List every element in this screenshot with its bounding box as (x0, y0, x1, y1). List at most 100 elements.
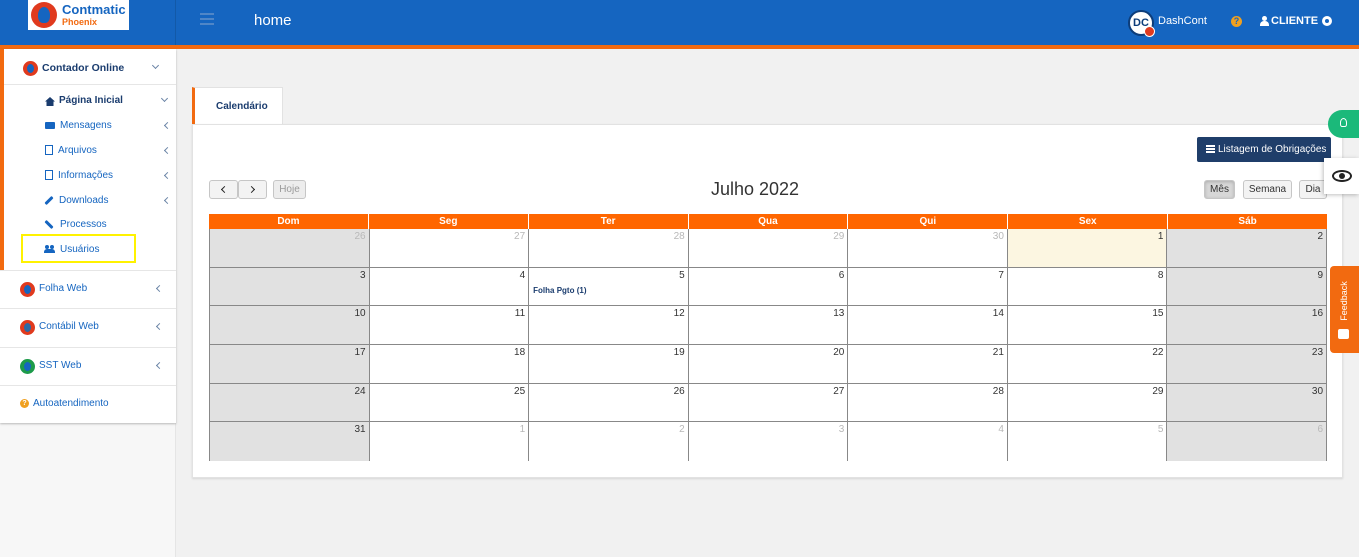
calendar-event[interactable]: Folha Pgto (1) (533, 286, 586, 295)
tab-calendario[interactable]: Calendário (192, 87, 283, 125)
view-month-button[interactable]: Mês (1204, 180, 1235, 199)
top-bar-accent (0, 45, 1359, 49)
contmatic-logo[interactable]: Contmatic Phoenix (28, 0, 129, 30)
tips-widget[interactable] (1328, 110, 1359, 138)
calendar-day[interactable]: 21 (848, 344, 1008, 383)
calendar-day[interactable]: 5 Folha Pgto (1) (529, 267, 689, 306)
sidebar-item-autoatendimento[interactable]: Autoatendimento (33, 398, 109, 409)
calendar-day[interactable]: 10 (210, 306, 370, 344)
calendar-day[interactable]: 27 (369, 229, 530, 267)
day-number: 23 (1311, 346, 1324, 358)
view-week-button[interactable]: Semana (1243, 180, 1292, 199)
sidebar-item-downloads[interactable]: Downloads (59, 195, 108, 206)
account-avatar[interactable]: DC (1128, 10, 1155, 37)
listagem-obrigacoes-button[interactable]: Listagem de Obrigações (1197, 137, 1331, 162)
sidebar-item-informacoes[interactable]: Informações (58, 170, 113, 181)
day-number: 3 (360, 269, 366, 281)
sidebar-item-arquivos[interactable]: Arquivos (58, 145, 97, 156)
calendar-day[interactable]: 7 (848, 267, 1008, 306)
calendar-day[interactable]: 2 (529, 422, 689, 461)
listagem-obrigacoes-label: Listagem de Obrigações (1218, 144, 1327, 155)
next-month-button[interactable] (238, 180, 267, 199)
account-name[interactable]: DashCont (1158, 15, 1207, 27)
sidebar-app-contabil-web[interactable]: Contábil Web (39, 321, 99, 332)
chevron-down-icon (151, 61, 160, 70)
day-number: 26 (354, 231, 366, 242)
help-icon[interactable]: ? (1231, 16, 1242, 27)
chevron-left-icon (163, 146, 172, 155)
calendar-day[interactable]: 27 (688, 383, 849, 422)
logo-area: Contmatic Phoenix (0, 0, 176, 45)
wrench-icon (44, 195, 54, 206)
calendar-day[interactable]: 14 (848, 306, 1008, 344)
calendar-day-today[interactable]: 1 (1007, 229, 1168, 267)
prev-month-button[interactable] (209, 180, 238, 199)
calendar-day[interactable]: 11 (369, 306, 530, 344)
calendar-week: 26 27 28 29 30 1 2 (210, 229, 1327, 268)
sidebar-item-processos[interactable]: Processos (60, 219, 107, 230)
accessibility-widget[interactable] (1324, 158, 1359, 194)
sidebar-app-folha-web[interactable]: Folha Web (39, 283, 87, 294)
calendar-day[interactable]: 15 (1007, 306, 1168, 344)
calendar-day[interactable]: 29 (1007, 383, 1168, 422)
calendar-day[interactable]: 16 (1167, 306, 1327, 344)
logo-subtitle: Phoenix (62, 17, 98, 27)
calendar-day[interactable]: 30 (848, 229, 1008, 267)
calendar-day[interactable]: 3 (688, 422, 849, 461)
weekday-sex: Sex (1008, 214, 1169, 229)
gear-icon[interactable] (1322, 16, 1332, 26)
calendar-grid: 26 27 28 29 30 1 2 3 4 5 Folha Pgto (1) 6… (209, 229, 1327, 461)
calendar-day[interactable]: 6 (1167, 422, 1327, 461)
calendar-day[interactable]: 6 (688, 267, 849, 306)
calendar-day[interactable]: 30 (1167, 383, 1327, 422)
calendar-day[interactable]: 17 (210, 344, 370, 383)
weekday-ter: Ter (529, 214, 689, 229)
calendar-day[interactable]: 5 (1007, 422, 1168, 461)
calendar-day[interactable]: 19 (529, 344, 689, 383)
view-day-button[interactable]: Dia (1299, 180, 1327, 199)
today-button[interactable]: Hoje (273, 180, 306, 199)
sidebar-app-sst-web[interactable]: SST Web (39, 360, 81, 371)
day-number: 21 (992, 346, 1004, 358)
chat-icon (1338, 329, 1349, 339)
feedback-widget[interactable]: Feedback (1330, 266, 1359, 353)
day-number: 10 (354, 308, 366, 320)
menu-toggle-icon[interactable] (200, 13, 214, 25)
calendar-day[interactable]: 20 (688, 344, 849, 383)
calendar-day[interactable]: 13 (688, 306, 849, 344)
calendar-day[interactable]: 28 (848, 383, 1008, 422)
hammer-icon (44, 219, 54, 230)
sidebar-divider (4, 84, 176, 85)
sidebar-item-pagina-inicial[interactable]: Página Inicial (59, 95, 123, 106)
calendar-day[interactable]: 2 (1167, 229, 1327, 267)
calendar-day[interactable]: 26 (529, 383, 689, 422)
calendar-day[interactable]: 12 (529, 306, 689, 344)
calendar-day[interactable]: 9 (1167, 267, 1327, 306)
calendar-day[interactable]: 23 (1167, 344, 1327, 383)
day-number: 7 (998, 269, 1004, 281)
day-number: 13 (833, 308, 845, 320)
calendar-day[interactable]: 4 (848, 422, 1008, 461)
chevron-left-icon (155, 361, 164, 370)
weekday-qua: Qua (689, 214, 849, 229)
calendar-day[interactable]: 1 (369, 422, 530, 461)
calendar-week: 10 11 12 13 14 15 16 (210, 306, 1327, 345)
calendar-day[interactable]: 26 (210, 229, 370, 267)
calendar-day[interactable]: 29 (688, 229, 849, 267)
calendar-day[interactable]: 18 (369, 344, 530, 383)
calendar-day[interactable]: 31 (210, 422, 370, 461)
calendar-month-title: Julho 2022 (710, 179, 800, 199)
sidebar-app-contador-online[interactable]: Contador Online (42, 62, 124, 74)
day-number: 17 (354, 346, 366, 358)
calendar-day[interactable]: 25 (369, 383, 530, 422)
calendar-day[interactable]: 3 (210, 267, 370, 306)
calendar-day[interactable]: 22 (1007, 344, 1168, 383)
calendar-day[interactable]: 28 (529, 229, 689, 267)
calendar-day[interactable]: 4 (369, 267, 530, 306)
calendar-day[interactable]: 24 (210, 383, 370, 422)
sidebar-item-mensagens[interactable]: Mensagens (60, 120, 112, 131)
calendar-day[interactable]: 8 (1007, 267, 1168, 306)
user-menu-label[interactable]: CLIENTE (1271, 15, 1318, 27)
chevron-left-icon (155, 284, 164, 293)
calendar-weekday-header: Dom Seg Ter Qua Qui Sex Sáb (209, 214, 1327, 229)
